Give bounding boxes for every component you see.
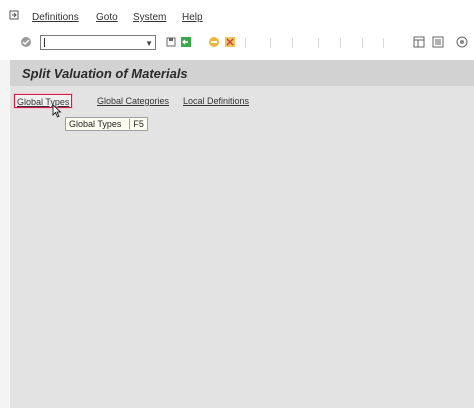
page-title: Split Valuation of Materials [22, 66, 188, 81]
toolbar-separator [383, 38, 384, 48]
menu-goto[interactable]: Goto [96, 12, 118, 23]
exit-icon[interactable] [208, 36, 220, 48]
toolbar-separator [292, 38, 293, 48]
toolbar-separator [270, 38, 271, 48]
toolbar-separator [245, 38, 246, 48]
back-icon[interactable] [180, 36, 192, 48]
toolbar-separator [318, 38, 319, 48]
toolbar-separator [340, 38, 341, 48]
check-icon[interactable] [20, 36, 32, 48]
print-icon[interactable] [432, 36, 444, 48]
mouse-pointer-icon [52, 104, 62, 118]
menu-system[interactable]: System [133, 12, 166, 23]
tooltip-label: Global Types [69, 119, 122, 129]
menu-help[interactable]: Help [182, 12, 203, 23]
layout-icon[interactable] [413, 36, 425, 48]
cancel-icon[interactable] [224, 36, 236, 48]
main-content-area: Split Valuation of Materials Global Type… [10, 60, 474, 408]
command-field[interactable]: ▼ [40, 35, 156, 50]
tooltip-shortcut: F5 [129, 119, 144, 129]
command-input[interactable] [41, 36, 145, 49]
save-icon[interactable] [165, 36, 177, 48]
left-border [0, 60, 10, 408]
help-icon[interactable] [456, 36, 468, 48]
global-categories-button[interactable]: Global Categories [95, 94, 171, 108]
toolbar: ▼ [0, 28, 474, 58]
menu-definitions[interactable]: Definitions [32, 12, 79, 23]
global-types-button[interactable]: Global Types [14, 94, 73, 108]
local-definitions-button[interactable]: Local Definitions [181, 94, 251, 108]
chevron-down-icon[interactable]: ▼ [145, 39, 153, 48]
toolbar-separator [362, 38, 363, 48]
tooltip: Global Types F5 [65, 117, 148, 131]
text-cursor [44, 38, 45, 47]
title-bar: Split Valuation of Materials [10, 60, 474, 86]
menu-bar: Definitions Goto System Help [0, 0, 474, 28]
app-menu-icon[interactable] [9, 10, 19, 20]
